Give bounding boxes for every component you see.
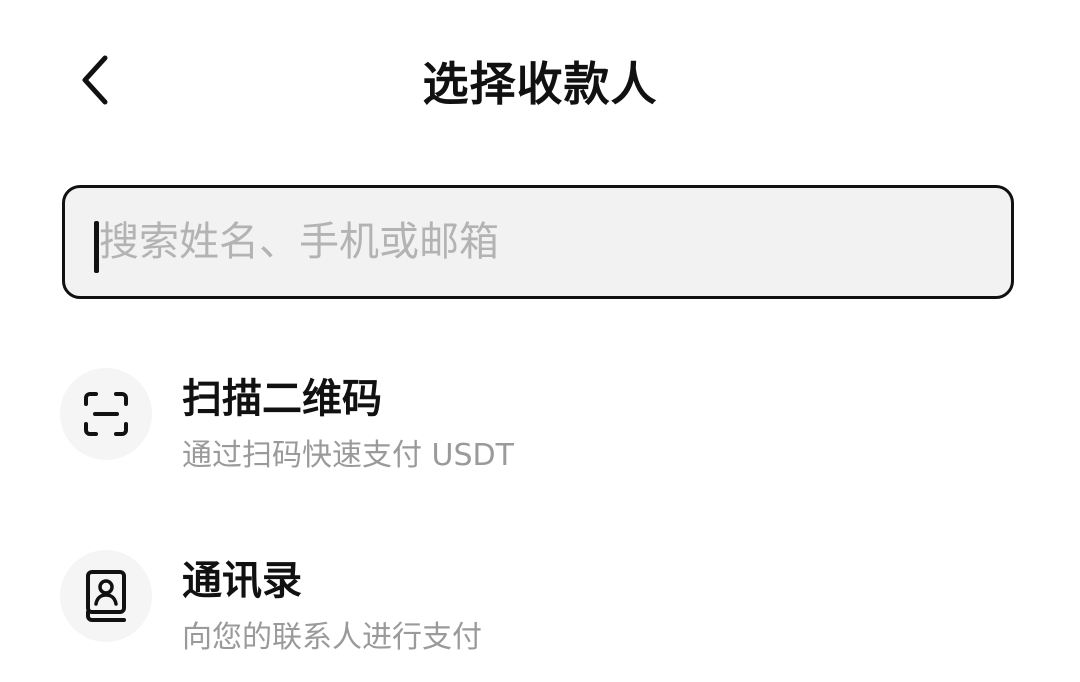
header-bar: 选择收款人: [0, 0, 1080, 160]
list-item-title: 扫描二维码: [182, 376, 382, 422]
contacts-icon-container: [60, 550, 152, 642]
list-item-subtitle: 通过扫码快速支付 USDT: [182, 438, 514, 473]
page-title: 选择收款人: [422, 57, 658, 111]
list-item-title: 通讯录: [182, 558, 302, 604]
search-input[interactable]: [93, 188, 979, 296]
scan-icon-container: [60, 368, 152, 460]
list-item-scan-qr[interactable]: 扫描二维码 通过扫码快速支付 USDT: [0, 348, 1080, 488]
contacts-book-icon: [86, 570, 126, 622]
scan-icon: [84, 392, 128, 436]
search-box[interactable]: [62, 185, 1014, 299]
list-item-contacts[interactable]: 通讯录 向您的联系人进行支付: [0, 530, 1080, 670]
text-caret: [94, 221, 99, 273]
list-item-subtitle: 向您的联系人进行支付: [182, 620, 482, 655]
